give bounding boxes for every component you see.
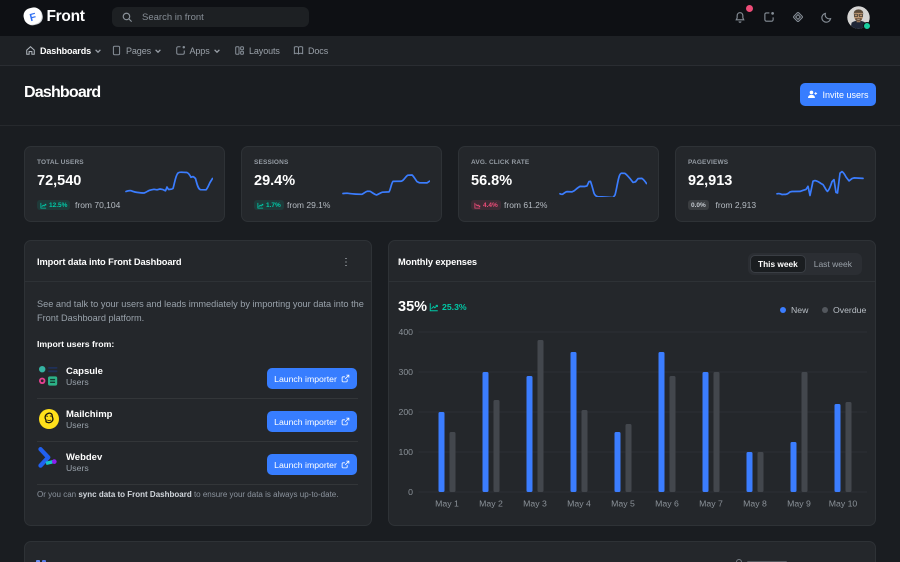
svg-text:May 5: May 5: [611, 499, 635, 509]
svg-text:May 10: May 10: [829, 499, 858, 509]
svg-text:300: 300: [399, 367, 414, 377]
svg-text:May 9: May 9: [787, 499, 811, 509]
svg-text:200: 200: [399, 407, 414, 417]
svg-text:May 4: May 4: [567, 499, 591, 509]
svg-text:May 6: May 6: [655, 499, 679, 509]
svg-text:May 3: May 3: [523, 499, 547, 509]
svg-text:100: 100: [399, 447, 414, 457]
svg-text:0: 0: [408, 487, 413, 497]
svg-text:May 7: May 7: [699, 499, 723, 509]
svg-text:May 1: May 1: [435, 499, 459, 509]
svg-text:May 2: May 2: [479, 499, 503, 509]
svg-text:400: 400: [399, 327, 414, 337]
svg-text:May 8: May 8: [743, 499, 767, 509]
